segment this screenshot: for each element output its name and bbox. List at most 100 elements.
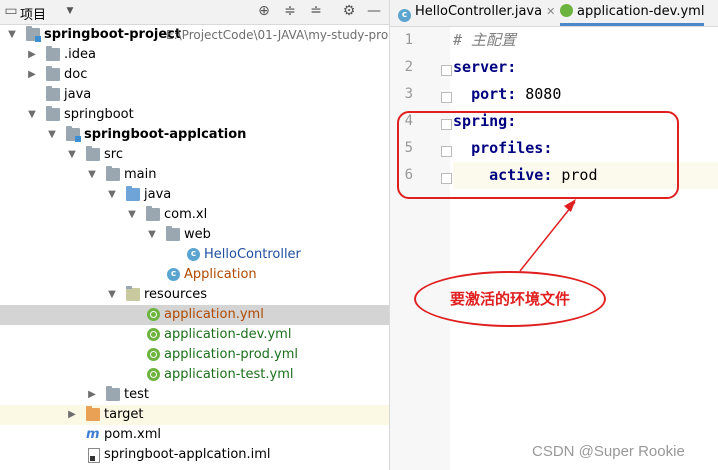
folder-icon — [106, 166, 120, 181]
tree-row-application[interactable]: c Application — [0, 265, 389, 285]
tree-row-hello-controller[interactable]: c HelloController — [0, 245, 389, 265]
tree-item-label: springboot-applcation — [84, 127, 247, 142]
tree-row-java[interactable]: ▼ java — [0, 185, 389, 205]
code-line-2[interactable]: server: — [453, 54, 718, 81]
maven-icon: m — [86, 427, 100, 442]
close-icon[interactable]: ✕ — [546, 5, 555, 18]
module-folder-icon — [26, 26, 41, 42]
chevron-down-icon[interactable]: ▼ — [46, 125, 58, 145]
collapse-icon[interactable]: ≑ — [282, 3, 298, 19]
package-icon — [146, 206, 160, 221]
tree-row-target[interactable]: ▶ target — [0, 405, 389, 425]
folder-icon — [46, 66, 60, 81]
fold-icon[interactable] — [441, 65, 452, 76]
gear-icon[interactable]: ⚙ — [341, 3, 357, 19]
project-toolbar: ▭ 项目 ▼ ⊕ ≑ ≐ ⚙ — — [0, 0, 389, 25]
tree-item-label: target — [104, 407, 144, 422]
tree-item-label: application-dev.yml — [164, 327, 292, 342]
tree-item-label: com.xl — [164, 207, 208, 222]
tab-hello-controller[interactable]: c HelloController.java ✕ — [398, 0, 555, 24]
tree-row-idea[interactable]: ▶ .idea — [0, 45, 389, 65]
chevron-down-icon[interactable]: ▼ — [126, 205, 138, 225]
chevron-right-icon[interactable]: ▶ — [26, 45, 38, 65]
project-panel-title[interactable]: 项目 — [20, 4, 46, 23]
tree-row-src[interactable]: ▼ src — [0, 145, 389, 165]
minimize-icon[interactable]: — — [366, 3, 382, 19]
spring-boot-class-icon: c — [167, 268, 180, 281]
chevron-right-icon[interactable]: ▶ — [66, 405, 78, 425]
highlight-box — [397, 111, 679, 199]
tree-item-label: resources — [144, 287, 208, 302]
tree-row-iml[interactable]: springboot-applcation.iml — [0, 445, 389, 465]
chevron-down-icon[interactable]: ▼ — [106, 185, 118, 205]
tree-row-doc[interactable]: ▶ doc — [0, 65, 389, 85]
tree-row-module[interactable]: ▼ springboot-applcation — [0, 125, 389, 145]
expand-icon[interactable]: ≐ — [308, 3, 324, 19]
tree-row-test[interactable]: ▶ test — [0, 385, 389, 405]
tree-item-label: springboot — [64, 107, 134, 122]
tree-item-label: Application — [184, 267, 257, 282]
yaml-key: port — [471, 85, 508, 103]
tree-row-resources[interactable]: ▼ resources — [0, 285, 389, 305]
tree-row-springboot[interactable]: ▼ springboot — [0, 105, 389, 125]
tree-item-label: application-test.yml — [164, 367, 294, 382]
chevron-down-icon[interactable]: ▼ — [86, 165, 98, 185]
line-number-gutter: 1 2 3 4 5 6 — [390, 27, 452, 470]
tree-row-application-test-yml[interactable]: application-test.yml — [0, 365, 389, 385]
tree-item-label: application-prod.yml — [164, 347, 299, 362]
chevron-down-icon[interactable]: ▼ — [26, 105, 38, 125]
tree-item-label: java — [64, 87, 92, 102]
module-folder-icon — [66, 126, 81, 142]
project-view-icon[interactable]: ▭ — [3, 3, 19, 19]
callout-annotation: 要激活的环境文件 — [414, 271, 606, 327]
tree-row-pom[interactable]: m pom.xml — [0, 425, 389, 445]
tree-row-root[interactable]: ▼ springboot-project E:\ProjectCode\01-J… — [0, 25, 389, 45]
tree-row-main[interactable]: ▼ main — [0, 165, 389, 185]
tree-row-application-yml[interactable]: application.yml — [0, 305, 389, 325]
tree-row-web[interactable]: ▼ web — [0, 225, 389, 245]
folder-icon — [86, 146, 100, 161]
folder-icon — [46, 86, 60, 101]
fold-icon[interactable] — [441, 92, 452, 103]
package-icon — [166, 226, 180, 241]
code-line-1[interactable]: # 主配置 — [453, 27, 718, 54]
dropdown-icon[interactable]: ▼ — [62, 3, 78, 19]
editor-tabs: c HelloController.java ✕ application-dev.y… — [390, 0, 718, 27]
excluded-folder-icon — [86, 406, 100, 421]
target-icon[interactable]: ⊕ — [256, 3, 272, 19]
chevron-down-icon[interactable]: ▼ — [66, 145, 78, 165]
editor: c HelloController.java ✕ application-dev.y… — [390, 0, 718, 470]
tab-label: HelloController.java — [415, 4, 543, 19]
line-number: 2 — [404, 59, 413, 75]
tree-item-label: java — [144, 187, 172, 202]
folder-icon — [106, 386, 120, 401]
tree-item-label: doc — [64, 67, 88, 82]
code-line-3[interactable]: port: 8080 — [453, 81, 718, 108]
tree-row-application-prod-yml[interactable]: application-prod.yml — [0, 345, 389, 365]
tree-item-label: main — [124, 167, 157, 182]
spring-icon — [147, 348, 160, 361]
yaml-comment: # 主配置 — [453, 31, 517, 49]
spring-icon — [147, 328, 160, 341]
chevron-right-icon[interactable]: ▶ — [86, 385, 98, 405]
chevron-right-icon[interactable]: ▶ — [26, 65, 38, 85]
chevron-down-icon[interactable]: ▼ — [146, 225, 158, 245]
tree-item-label: HelloController — [204, 247, 301, 262]
tree-row-com-xl[interactable]: ▼ com.xl — [0, 205, 389, 225]
tree-item-label: springboot-applcation.iml — [104, 447, 271, 462]
spring-icon — [147, 368, 160, 381]
tree-row-application-dev-yml[interactable]: application-dev.yml — [0, 325, 389, 345]
yaml-value: 8080 — [525, 85, 562, 103]
folder-icon — [46, 46, 60, 61]
yaml-key: server — [453, 58, 508, 76]
chevron-down-icon[interactable]: ▼ — [106, 285, 118, 305]
chevron-down-icon[interactable]: ▼ — [6, 25, 18, 45]
tab-application-dev-yml[interactable]: application-dev.yml — [560, 0, 705, 26]
tree-row-java-top[interactable]: java — [0, 85, 389, 105]
source-folder-icon — [126, 186, 140, 201]
spring-icon — [560, 4, 573, 17]
spring-icon — [147, 308, 160, 321]
line-number: 1 — [404, 32, 413, 48]
tree-item-label: web — [184, 227, 211, 242]
yaml-colon: : — [507, 85, 526, 103]
